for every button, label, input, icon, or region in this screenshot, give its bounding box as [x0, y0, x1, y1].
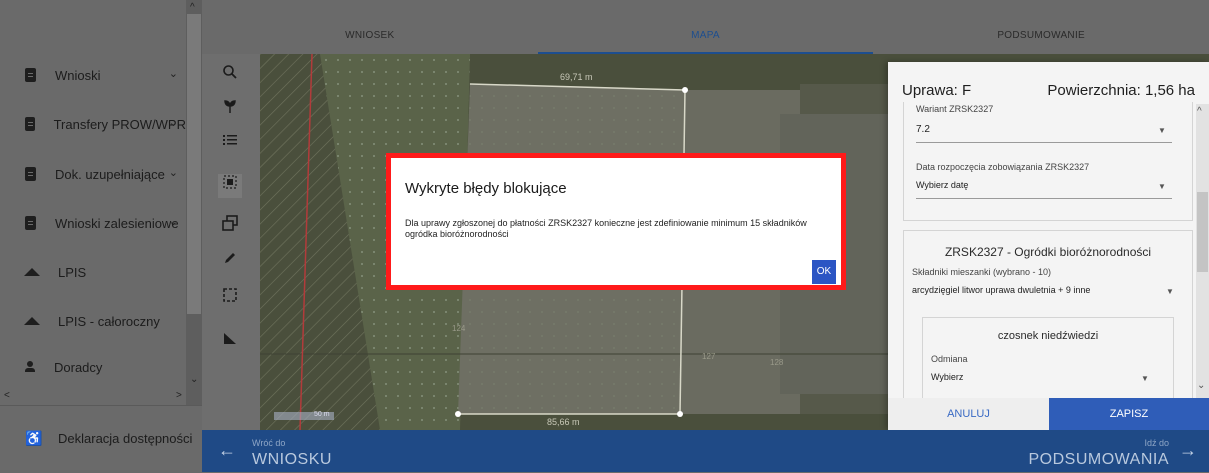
- garden-card: ZRSK2327 - Ogródki bioróżnorodności Skła…: [903, 230, 1193, 398]
- variant-card: Wariant ZRSK2327 7.2 ▼ Data rozpoczęcia …: [903, 102, 1193, 221]
- search-icon[interactable]: [218, 64, 242, 88]
- next-button[interactable]: PODSUMOWANIA: [1028, 451, 1169, 469]
- variant-underline: [916, 142, 1172, 143]
- scroll-up-arrow-icon[interactable]: ^: [190, 2, 195, 13]
- chevron-down-icon: ⌄: [168, 216, 178, 228]
- date-underline: [916, 198, 1172, 199]
- sidebar-item-wnioski-zalesieniowe[interactable]: Wnioski zalesieniowe ⌄: [0, 203, 186, 243]
- arrow-left-icon[interactable]: ←: [218, 440, 236, 461]
- tab-wniosek[interactable]: WNIOSEK: [202, 18, 538, 54]
- plant-icon[interactable]: [218, 98, 242, 122]
- scroll-left-arrow-icon[interactable]: <: [4, 390, 10, 401]
- clipboard-icon: [25, 216, 36, 230]
- sidebar-item-wnioski[interactable]: Wnioski ⌄: [0, 55, 186, 95]
- edit-icon[interactable]: [218, 250, 242, 274]
- tab-mapa[interactable]: MAPA: [537, 18, 874, 54]
- date-label: Data rozpoczęcia zobowiązania ZRSK2327: [916, 162, 1090, 172]
- sidebar-item-dok-uzupelniajace[interactable]: Dok. uzupełniające ⌄: [0, 154, 186, 194]
- map-parcel-label: 128: [770, 358, 784, 367]
- sidebar-item-lpis[interactable]: LPIS: [0, 252, 186, 292]
- variant-label: Wariant ZRSK2327: [916, 104, 994, 114]
- dialog-title: Wykryte błędy blokujące: [405, 180, 567, 197]
- map-scale-label: 50 m: [314, 411, 330, 418]
- sidebar-item-label: Deklaracja dostępności: [58, 430, 193, 446]
- chevron-down-icon: ⌄: [168, 68, 178, 80]
- scroll-down-arrow-icon[interactable]: ⌄: [1197, 380, 1205, 391]
- crop-icon[interactable]: [218, 286, 242, 310]
- chevron-down-icon: ▼: [1141, 374, 1149, 383]
- cancel-button[interactable]: ANULUJ: [888, 398, 1049, 430]
- top-strip: [202, 0, 1209, 18]
- sidebar-footer: ♿ Deklaracja dostępności: [0, 405, 202, 473]
- mix-label: Składniki mieszanki (wybrano - 10): [912, 267, 1052, 277]
- sidebar-item-doradcy[interactable]: Doradcy: [0, 347, 186, 387]
- chevron-down-icon: ▼: [1158, 182, 1166, 191]
- scroll-right-arrow-icon[interactable]: >: [176, 390, 182, 401]
- mix-select[interactable]: arcydzięgiel litwor uprawa dwuletnia + 9…: [912, 285, 1090, 295]
- next-caption: Idź do: [1144, 438, 1169, 448]
- sidebar-item-label: Dok. uzupełniające: [55, 166, 165, 182]
- component-title: czosnek niedźwiedzi: [997, 330, 1099, 342]
- chevron-down-icon: ▼: [1166, 287, 1174, 296]
- panel-scrollbar-thumb[interactable]: [1197, 192, 1208, 272]
- sidebar-item-lpis-caloroczny[interactable]: LPIS - całoroczny: [0, 301, 186, 341]
- back-caption: Wróć do: [252, 438, 286, 448]
- dialog-message: Dla uprawy zgłoszonej do płatności ZRSK2…: [405, 218, 807, 239]
- person-icon: [25, 361, 35, 373]
- tab-podsumowanie[interactable]: PODSUMOWANIE: [873, 18, 1209, 54]
- sidebar-item-label: Doradcy: [54, 359, 103, 375]
- arrow-right-icon[interactable]: →: [1179, 440, 1197, 461]
- panel-area: Powierzchnia: 1,56 ha: [1047, 82, 1195, 99]
- map-parcel-label: 124: [452, 324, 466, 333]
- sidebar-item-deklaracja[interactable]: ♿ Deklaracja dostępności: [0, 418, 192, 458]
- terrain-icon: [24, 317, 40, 325]
- clipboard-icon: [25, 117, 35, 131]
- back-button[interactable]: WNIOSKU: [252, 451, 332, 469]
- panel-title: Uprawa: F: [902, 82, 972, 99]
- sidebar-item-label: Wnioski zalesieniowe: [55, 215, 179, 231]
- measure-icon[interactable]: [218, 330, 242, 354]
- list-icon[interactable]: [218, 132, 242, 156]
- map-label-bottom-distance: 85,66 m: [547, 417, 580, 427]
- crop-panel: Uprawa: F Powierzchnia: 1,56 ha Wariant …: [888, 62, 1209, 430]
- save-button[interactable]: ZAPISZ: [1049, 398, 1209, 430]
- sidebar-item-label: LPIS: [58, 264, 87, 280]
- chevron-down-icon: ▼: [1158, 126, 1166, 135]
- ok-button[interactable]: OK: [812, 260, 836, 284]
- error-dialog: Wykryte błędy blokujące Dla uprawy zgłos…: [386, 153, 846, 290]
- sidebar-item-transfery[interactable]: Transfery PROW/WPR ⌄: [0, 104, 186, 144]
- select-icon[interactable]: [218, 174, 242, 198]
- scroll-up-arrow-icon[interactable]: ^: [1197, 106, 1202, 117]
- chevron-down-icon: ⌄: [168, 167, 178, 179]
- clipboard-icon: [25, 167, 36, 181]
- map-toolbar: [202, 54, 260, 430]
- chevron-down-icon: ⌄: [168, 117, 178, 129]
- sidebar: ^ ⌄ < > Wnioski ⌄ Transfery PROW/WPR ⌄ D…: [0, 0, 202, 473]
- tab-bar: WNIOSEK MAPA PODSUMOWANIE: [202, 18, 1209, 54]
- scroll-down-arrow-icon[interactable]: ⌄: [190, 374, 198, 385]
- accessibility-icon: ♿: [25, 430, 43, 446]
- layers-icon[interactable]: [218, 214, 242, 238]
- panel-scroll-area: Wariant ZRSK2327 7.2 ▼ Data rozpoczęcia …: [903, 102, 1193, 398]
- date-select[interactable]: Wybierz datę: [916, 180, 968, 190]
- panel-header: Uprawa: F Powierzchnia: 1,56 ha: [888, 62, 1209, 104]
- sidebar-item-label: Wnioski: [55, 67, 101, 83]
- terrain-icon: [24, 268, 40, 276]
- garden-title: ZRSK2327 - Ogródki bioróżnorodności: [944, 245, 1152, 259]
- sidebar-item-label: LPIS - całoroczny: [58, 313, 160, 329]
- variety-label: Odmiana: [931, 354, 968, 364]
- clipboard-icon: [25, 68, 36, 82]
- component-card: czosnek niedźwiedzi Odmiana Wybierz ▼: [922, 317, 1174, 398]
- bottom-nav: ← Wróć do WNIOSKU Idź do PODSUMOWANIA →: [202, 430, 1209, 472]
- map-parcel-label: 127: [702, 352, 716, 361]
- sidebar-scrollbar-thumb[interactable]: [187, 14, 201, 314]
- map-label-top-distance: 69,71 m: [560, 72, 593, 82]
- variant-select[interactable]: 7.2: [916, 124, 930, 135]
- variety-select[interactable]: Wybierz: [931, 372, 963, 382]
- sidebar-item-label: Transfery PROW/WPR: [53, 116, 186, 132]
